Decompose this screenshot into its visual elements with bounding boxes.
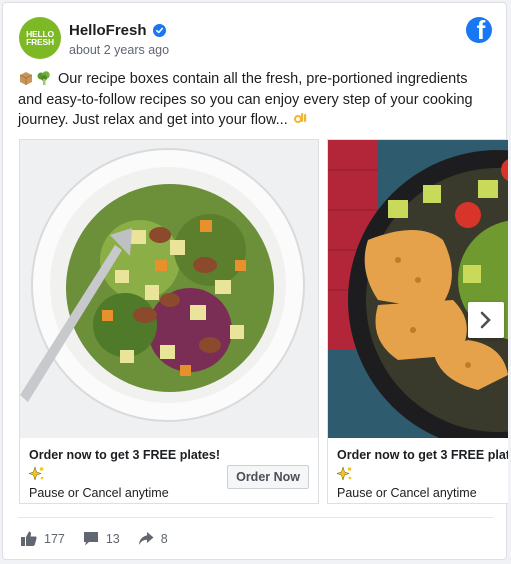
- card-subline: Pause or Cancel anytime: [29, 486, 169, 500]
- sparkle-emoji-icon: [29, 466, 44, 481]
- page-name[interactable]: HelloFresh: [69, 22, 147, 39]
- verified-badge-icon: [152, 24, 166, 37]
- share-count[interactable]: 8: [138, 531, 168, 546]
- salad-bowl-image[interactable]: [20, 140, 318, 438]
- halloumi-pan-image[interactable]: [328, 140, 508, 438]
- card-subline: Pause or Cancel anytime: [337, 486, 477, 500]
- card-headline: Order now to get 3 FREE plates!: [337, 448, 508, 462]
- sparkle-emoji-icon: [337, 466, 352, 481]
- comment-count[interactable]: 13: [83, 531, 120, 546]
- ad-post-card: HELLO FRESH HelloFresh about 2 years ago…: [2, 2, 508, 560]
- facebook-logo-icon: f: [466, 17, 492, 43]
- page-avatar[interactable]: HELLO FRESH: [19, 17, 61, 59]
- like-count-value: 177: [44, 531, 65, 546]
- carousel-next-button[interactable]: [468, 302, 504, 338]
- like-icon: [21, 531, 37, 546]
- post-body-text: Our recipe boxes contain all the fresh, …: [18, 71, 473, 128]
- post-text: Our recipe boxes contain all the fresh, …: [18, 69, 493, 131]
- ad-carousel[interactable]: Order now to get 3 FREE plates! Pause or…: [19, 139, 508, 505]
- chevron-right-icon: [480, 311, 491, 329]
- order-now-button[interactable]: Order Now: [227, 465, 309, 489]
- ok-hand-emoji-icon: [293, 113, 306, 123]
- carousel-card-1[interactable]: Order now to get 3 FREE plates! Pause or…: [19, 139, 319, 504]
- page-name-row: HelloFresh: [69, 22, 166, 39]
- stats-divider: [18, 517, 493, 518]
- engagement-stats: 177 13 8: [21, 531, 186, 546]
- avatar-logo-text: HELLO FRESH: [26, 29, 54, 47]
- post-timestamp[interactable]: about 2 years ago: [69, 43, 169, 57]
- share-count-value: 8: [160, 531, 168, 546]
- comment-count-value: 13: [105, 531, 120, 546]
- share-icon: [138, 532, 154, 545]
- card-headline: Order now to get 3 FREE plates!: [29, 448, 220, 462]
- like-count[interactable]: 177: [21, 531, 65, 546]
- box-emoji-icon: [19, 72, 33, 85]
- broccoli-emoji-icon: [37, 71, 50, 85]
- comment-icon: [83, 532, 98, 546]
